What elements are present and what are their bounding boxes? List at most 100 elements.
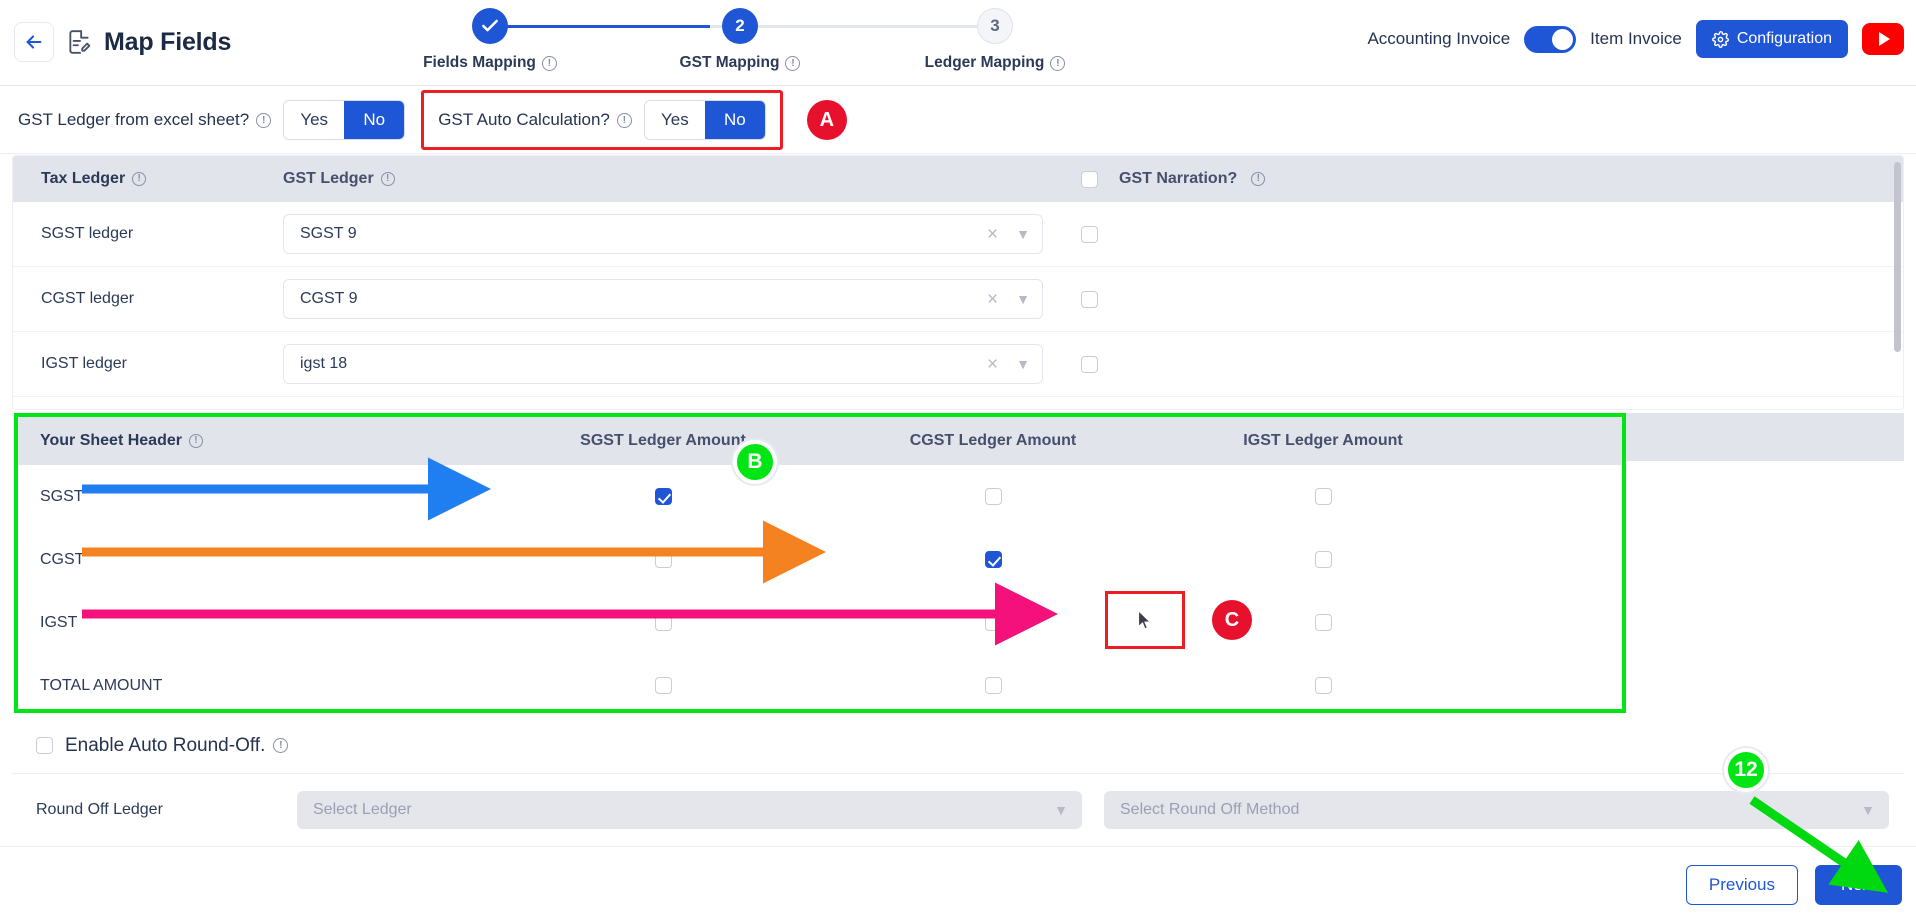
progress-stepper: Fields Mapping ! 2 GST Mapping ! 3 Ledge… bbox=[380, 8, 1080, 78]
round-off-method-placeholder: Select Round Off Method bbox=[1120, 801, 1861, 819]
chevron-down-icon[interactable]: ▼ bbox=[1016, 291, 1030, 307]
map-fields-page: Map Fields Fields Mapping ! 2 GST Mappin… bbox=[0, 0, 1916, 918]
igst-ledger-select[interactable]: igst 18 × ▼ bbox=[283, 344, 1043, 384]
sheet-header-name: CGST bbox=[18, 551, 498, 569]
clear-icon[interactable]: × bbox=[987, 290, 998, 309]
vertical-scrollbar[interactable] bbox=[1894, 162, 1901, 352]
sgst-ledger-select[interactable]: SGST 9 × ▼ bbox=[283, 214, 1043, 254]
annotation-badge-b: B bbox=[733, 440, 777, 484]
sgst-ledger-value: SGST 9 bbox=[300, 225, 987, 243]
gst-auto-calc-no[interactable]: No bbox=[705, 101, 765, 139]
table-row: CGST bbox=[18, 528, 1622, 591]
info-icon[interactable]: ! bbox=[381, 172, 395, 186]
step-1-label-group: Fields Mapping ! bbox=[400, 54, 580, 72]
gst-auto-calculation-toggle[interactable]: Yes No bbox=[644, 100, 766, 140]
info-icon[interactable]: ! bbox=[542, 56, 557, 71]
map-checkbox-sgst-cgst[interactable] bbox=[985, 488, 1002, 505]
clear-icon[interactable]: × bbox=[987, 355, 998, 374]
document-edit-icon bbox=[66, 29, 92, 55]
col-igst-ledger-amount: IGST Ledger Amount bbox=[1158, 432, 1488, 450]
configuration-button[interactable]: Configuration bbox=[1696, 20, 1848, 58]
info-icon[interactable]: ! bbox=[132, 172, 146, 186]
round-off-ledger-select[interactable]: Select Ledger ▼ bbox=[297, 791, 1082, 829]
gst-ledger-excel-yes[interactable]: Yes bbox=[284, 101, 344, 139]
col-sgst-ledger-amount: SGST Ledger Amount bbox=[498, 432, 828, 450]
map-checkbox-total-cgst[interactable] bbox=[985, 677, 1002, 694]
round-off-ledger-label: Round Off Ledger bbox=[12, 801, 297, 819]
round-off-ledger-row: Round Off Ledger Select Ledger ▼ Select … bbox=[12, 775, 1904, 845]
sgst-amount-cell bbox=[498, 614, 828, 631]
mouse-cursor-icon bbox=[1134, 608, 1156, 634]
map-checkbox-cgst-cgst[interactable] bbox=[985, 551, 1002, 568]
col-tax-ledger: Tax Ledger ! bbox=[13, 170, 283, 188]
chevron-down-icon[interactable]: ▼ bbox=[1861, 802, 1875, 818]
narration-checkbox[interactable] bbox=[1081, 291, 1098, 308]
info-icon[interactable]: ! bbox=[785, 56, 800, 71]
step-ledger-mapping[interactable]: 3 Ledger Mapping ! bbox=[905, 8, 1085, 72]
gear-icon bbox=[1712, 31, 1729, 48]
step-1-circle bbox=[472, 8, 508, 44]
gst-narration-header-checkbox[interactable] bbox=[1081, 171, 1098, 188]
map-checkbox-cgst-igst[interactable] bbox=[1315, 551, 1332, 568]
info-icon[interactable]: ! bbox=[1050, 56, 1065, 71]
previous-button[interactable]: Previous bbox=[1686, 865, 1798, 905]
step-3-circle: 3 bbox=[977, 8, 1013, 44]
map-checkbox-total-igst[interactable] bbox=[1315, 677, 1332, 694]
col-cgst-ledger-amount: CGST Ledger Amount bbox=[828, 432, 1158, 450]
header-left-group: Map Fields bbox=[14, 22, 231, 62]
info-icon[interactable]: ! bbox=[189, 434, 203, 448]
sgst-amount-cell bbox=[498, 488, 828, 505]
next-button[interactable]: Next bbox=[1815, 865, 1902, 905]
app-header: Map Fields Fields Mapping ! 2 GST Mappin… bbox=[0, 0, 1916, 86]
info-icon[interactable]: ! bbox=[273, 738, 288, 753]
map-checkbox-sgst-igst[interactable] bbox=[1315, 488, 1332, 505]
chevron-down-icon[interactable]: ▼ bbox=[1016, 356, 1030, 372]
map-checkbox-igst-sgst[interactable] bbox=[655, 614, 672, 631]
col-gst-narration: GST Narration? ! bbox=[1073, 170, 1333, 188]
gst-ledger-table: Tax Ledger ! GST Ledger ! GST Narration?… bbox=[12, 155, 1904, 410]
col-tax-ledger-label: Tax Ledger bbox=[41, 170, 125, 188]
row-tax-ledger-name: IGST ledger bbox=[13, 355, 283, 373]
chevron-down-icon[interactable]: ▼ bbox=[1016, 226, 1030, 242]
enable-auto-roundoff-checkbox[interactable] bbox=[36, 737, 53, 754]
map-checkbox-igst-igst[interactable] bbox=[1315, 614, 1332, 631]
narration-checkbox[interactable] bbox=[1081, 356, 1098, 373]
step-fields-mapping[interactable]: Fields Mapping ! bbox=[400, 8, 580, 72]
back-button[interactable] bbox=[14, 22, 54, 62]
chevron-down-icon[interactable]: ▼ bbox=[1054, 802, 1068, 818]
info-icon[interactable]: ! bbox=[1251, 172, 1265, 186]
info-icon[interactable]: ! bbox=[617, 113, 632, 128]
gst-auto-calculation-label: GST Auto Calculation? bbox=[438, 110, 610, 130]
sgst-amount-cell bbox=[498, 551, 828, 568]
mapping-header-strip-right bbox=[1626, 413, 1904, 461]
youtube-play-icon[interactable] bbox=[1862, 23, 1904, 55]
map-checkbox-total-sgst[interactable] bbox=[655, 677, 672, 694]
cgst-ledger-select[interactable]: CGST 9 × ▼ bbox=[283, 279, 1043, 319]
round-off-method-select[interactable]: Select Round Off Method ▼ bbox=[1104, 791, 1889, 829]
col-your-sheet-header-label: Your Sheet Header bbox=[40, 432, 182, 450]
item-invoice-label: Item Invoice bbox=[1590, 29, 1682, 49]
gst-mapping-table-inner: Your Sheet Header ! SGST Ledger Amount C… bbox=[18, 417, 1622, 709]
cgst-amount-cell bbox=[828, 488, 1158, 505]
igst-amount-cell bbox=[1158, 614, 1488, 631]
step-2-circle: 2 bbox=[722, 8, 758, 44]
invoice-type-toggle[interactable] bbox=[1524, 26, 1576, 53]
accounting-invoice-label: Accounting Invoice bbox=[1367, 29, 1510, 49]
map-checkbox-cgst-sgst[interactable] bbox=[655, 551, 672, 568]
step-gst-mapping[interactable]: 2 GST Mapping ! bbox=[650, 8, 830, 72]
gst-ledger-excel-no[interactable]: No bbox=[344, 101, 404, 139]
step-3-label-group: Ledger Mapping ! bbox=[905, 54, 1085, 72]
clear-icon[interactable]: × bbox=[987, 225, 998, 244]
info-icon[interactable]: ! bbox=[256, 113, 271, 128]
gst-auto-calc-yes[interactable]: Yes bbox=[645, 101, 705, 139]
gst-ledger-from-excel-label-group: GST Ledger from excel sheet? ! bbox=[18, 110, 271, 130]
step-1-label: Fields Mapping bbox=[423, 54, 536, 72]
annotation-badge-a: A bbox=[807, 100, 847, 140]
map-checkbox-igst-cgst[interactable] bbox=[985, 614, 1002, 631]
gst-ledger-from-excel-toggle[interactable]: Yes No bbox=[283, 100, 405, 140]
map-checkbox-sgst-sgst[interactable] bbox=[655, 488, 672, 505]
configuration-label: Configuration bbox=[1737, 30, 1832, 48]
row-gst-ledger-cell: CGST 9 × ▼ bbox=[283, 279, 1073, 319]
narration-checkbox[interactable] bbox=[1081, 226, 1098, 243]
row-narration-cell bbox=[1073, 226, 1333, 243]
